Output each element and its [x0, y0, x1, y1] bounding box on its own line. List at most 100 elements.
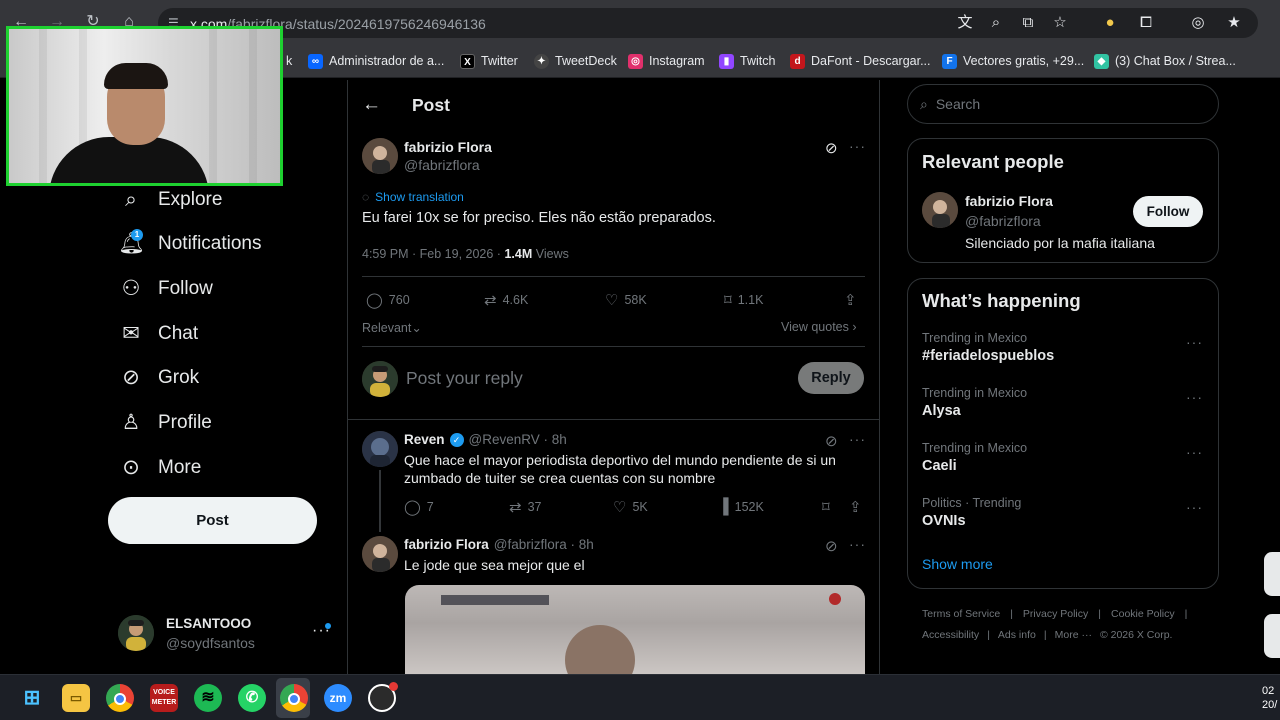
- repost-icon: ⇄: [484, 292, 497, 309]
- voicemeeter-icon[interactable]: VOICE METER: [150, 684, 178, 712]
- reply-author[interactable]: Reven: [404, 432, 445, 447]
- reply-avatar[interactable]: [362, 536, 398, 572]
- file-explorer-icon[interactable]: ▭: [62, 684, 90, 712]
- reply-action[interactable]: ◯ 760: [366, 291, 410, 309]
- sidebar-item-profile[interactable]: ♙ Profile: [118, 407, 212, 439]
- star-icon[interactable]: ★: [1224, 13, 1244, 33]
- follow-button[interactable]: Follow: [1133, 196, 1203, 227]
- bookmark-tweetdeck[interactable]: ✦ TweetDeck: [534, 52, 617, 70]
- account-handle[interactable]: @soydfsantos: [166, 635, 255, 651]
- share-icon[interactable]: ⇪: [849, 498, 862, 516]
- footer-link[interactable]: Privacy Policy: [1023, 608, 1088, 620]
- search-placeholder: Search: [935, 96, 981, 112]
- chrome-icon[interactable]: [106, 684, 134, 712]
- trend-more-icon[interactable]: ···: [1186, 389, 1203, 405]
- bookmark-streamlabs[interactable]: ◆ (3) Chat Box / Strea...: [1094, 52, 1236, 70]
- trend-item[interactable]: Politics · Trending OVNIs: [922, 496, 1021, 529]
- view-quotes-link[interactable]: View quotes ›: [781, 320, 857, 334]
- media-icon[interactable]: ◎: [1188, 13, 1208, 33]
- search-input[interactable]: ⌕ Search: [907, 84, 1219, 124]
- sidebar-item-chat[interactable]: ✉ Chat: [118, 318, 198, 350]
- views-action[interactable]: ▐ 152K: [718, 498, 764, 515]
- floating-messages-icon[interactable]: [1264, 614, 1280, 658]
- more-icon[interactable]: ···: [849, 431, 866, 447]
- sidebar-item-explore[interactable]: ⌕ Explore: [118, 184, 222, 216]
- account-name[interactable]: ELSANTOOO: [166, 616, 251, 631]
- repost-action[interactable]: ⇄ 37: [509, 498, 541, 516]
- bookmark-instagram[interactable]: ◎ Instagram: [628, 52, 705, 70]
- install-icon[interactable]: ⧉: [1018, 13, 1038, 33]
- trend-item[interactable]: Trending in Mexico #feriadelospueblos: [922, 331, 1054, 364]
- reply-media-video[interactable]: [405, 585, 865, 680]
- like-action[interactable]: ♡ 5K: [613, 498, 648, 516]
- footer-link[interactable]: Ads info: [998, 629, 1036, 641]
- grok-icon[interactable]: ⊘: [825, 139, 838, 157]
- floating-grok-icon[interactable]: [1264, 552, 1280, 596]
- person-avatar[interactable]: [922, 192, 958, 228]
- author-name[interactable]: fabrizio Flora: [404, 139, 492, 155]
- author-avatar[interactable]: [362, 138, 398, 174]
- like-action[interactable]: ♡ 58K: [605, 291, 647, 309]
- translate-icon[interactable]: 文: [955, 13, 975, 33]
- windows-start-icon[interactable]: ⊞: [18, 684, 46, 712]
- bookmark-twitter[interactable]: X Twitter: [460, 52, 518, 70]
- reply-handle[interactable]: @fabrizflora · 8h: [494, 537, 594, 552]
- reply-author[interactable]: fabrizio Flora: [404, 537, 489, 552]
- more-icon[interactable]: ···: [849, 138, 866, 154]
- reply-input[interactable]: Post your reply: [406, 368, 523, 389]
- footer-link[interactable]: More ···: [1055, 629, 1092, 641]
- trend-item[interactable]: Trending in Mexico Alysa: [922, 386, 1027, 419]
- reply-button[interactable]: Reply: [798, 362, 864, 394]
- relevant-people-title: Relevant people: [922, 151, 1064, 172]
- extensions-icon[interactable]: ⧠: [1136, 13, 1156, 33]
- repost-action[interactable]: ⇄ 4.6K: [484, 291, 528, 309]
- bookmark-star-icon[interactable]: ☆: [1050, 13, 1070, 33]
- bookmark-action[interactable]: ⌑ 1.1K: [724, 291, 763, 309]
- footer-link[interactable]: Cookie Policy: [1111, 608, 1175, 620]
- reply-handle[interactable]: @RevenRV · 8h: [469, 432, 567, 447]
- zoom-icon[interactable]: ⌕: [986, 13, 1006, 33]
- more-icon[interactable]: ···: [849, 536, 866, 552]
- reply-action[interactable]: ◯ 7: [404, 498, 434, 516]
- trend-more-icon[interactable]: ···: [1186, 334, 1203, 350]
- person-name[interactable]: fabrizio Flora: [965, 193, 1053, 209]
- chrome-profile-icon[interactable]: [280, 684, 308, 712]
- bookmark-twitch[interactable]: ▮ Twitch: [719, 52, 775, 70]
- sidebar-item-more[interactable]: ⊙ More: [118, 452, 201, 484]
- trend-name: #feriadelospueblos: [922, 348, 1055, 364]
- video-scoreboard-overlay: [441, 595, 549, 605]
- footer-link[interactable]: Terms of Service: [922, 608, 1000, 620]
- show-more-link[interactable]: Show more: [922, 556, 993, 572]
- author-handle[interactable]: @fabrizflora: [404, 157, 480, 173]
- grok-icon[interactable]: ⊘: [825, 537, 838, 555]
- trend-more-icon[interactable]: ···: [1186, 444, 1203, 460]
- sidebar-item-follow[interactable]: ⚇ Follow: [118, 273, 213, 305]
- grok-icon[interactable]: ⊘: [825, 432, 838, 450]
- reply-avatar[interactable]: [362, 431, 398, 467]
- obs-icon[interactable]: [368, 682, 398, 712]
- whatsapp-icon[interactable]: ✆: [238, 684, 266, 712]
- spotify-icon[interactable]: ≋: [194, 684, 222, 712]
- bookmark-freepik[interactable]: F Vectores gratis, +29...: [942, 52, 1084, 70]
- footer-link[interactable]: Accessibility: [922, 629, 979, 641]
- sort-dropdown[interactable]: Relevant⌄: [362, 320, 422, 335]
- bookmark-meta[interactable]: ∞ Administrador de a...: [308, 52, 444, 70]
- post-button[interactable]: Post: [108, 497, 317, 544]
- trend-item[interactable]: Trending in Mexico Caeli: [922, 441, 1027, 474]
- share-icon[interactable]: ⇪: [844, 291, 857, 309]
- post-timestamp[interactable]: 4:59 PM · Feb 19, 2026 ·: [362, 247, 504, 261]
- show-translation-link[interactable]: ◌ Show translation: [362, 190, 464, 204]
- sidebar-item-grok[interactable]: ⊘ Grok: [118, 362, 199, 394]
- sidebar-item-notifications[interactable]: 🔔︎ 1 Notifications: [118, 228, 262, 260]
- extension-badge-icon[interactable]: ●: [1100, 13, 1120, 33]
- taskbar-clock[interactable]: 02 20/: [1262, 684, 1277, 712]
- bookmark-partial[interactable]: k: [286, 52, 292, 70]
- bookmark-icon[interactable]: ⌑: [822, 498, 830, 516]
- zoom-app-icon[interactable]: zm: [324, 684, 352, 712]
- account-avatar[interactable]: [118, 615, 154, 651]
- back-arrow-icon[interactable]: ←: [362, 94, 381, 116]
- trend-more-icon[interactable]: ···: [1186, 499, 1203, 515]
- person-handle[interactable]: @fabrizflora: [965, 213, 1041, 229]
- webcam-overlay: [6, 26, 283, 186]
- bookmark-dafont[interactable]: d DaFont - Descargar...: [790, 52, 931, 70]
